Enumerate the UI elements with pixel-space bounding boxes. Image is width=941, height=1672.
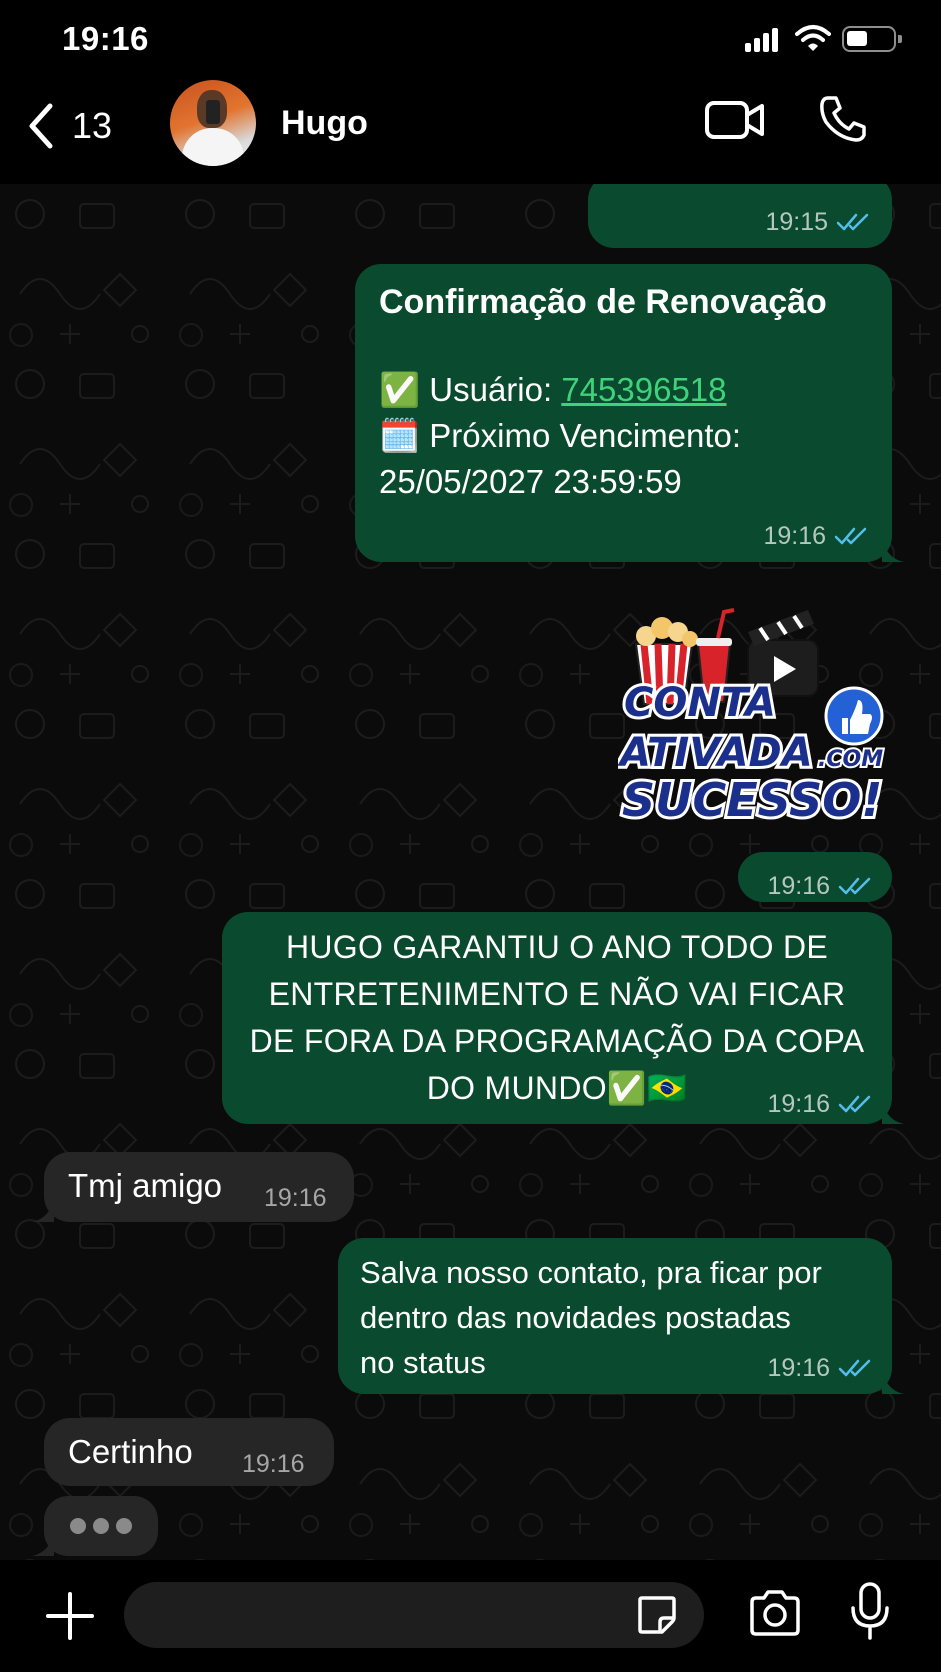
battery-icon — [842, 26, 902, 52]
battery-level — [847, 31, 867, 46]
message-time: 19:15 — [765, 198, 870, 246]
sticker-line-3: SUCESSO! — [622, 773, 882, 824]
chat-area[interactable]: 19:15 Confirmação de Renovação ✅ Usuário… — [0, 184, 941, 1560]
user-line: ✅ Usuário: 745396518 — [379, 366, 727, 414]
cellular-signal-icon — [745, 28, 781, 52]
wifi-icon — [795, 25, 831, 51]
read-receipt-icon — [834, 527, 867, 545]
message-time: 19:16 — [767, 862, 872, 910]
message-text: Tmj amigo — [68, 1167, 223, 1204]
message-outgoing-renewal[interactable]: Confirmação de Renovação ✅ Usuário: 7453… — [355, 264, 904, 562]
calendar-emoji-icon: 🗓️ — [379, 417, 421, 454]
message-time: 19:16 — [767, 1080, 872, 1128]
message-text: Certinho — [68, 1433, 193, 1470]
message-outgoing[interactable]: HUGO GARANTIU O ANO TODO DE ENTRETENIMEN… — [222, 912, 904, 1124]
message-title: Confirmação de Renovação — [379, 283, 827, 321]
message-input[interactable] — [124, 1582, 704, 1648]
user-number-link[interactable]: 745396518 — [561, 371, 726, 408]
message-time: 19:16 — [242, 1450, 305, 1478]
input-bar — [0, 1560, 941, 1672]
status-bar: 19:16 — [0, 0, 941, 80]
due-line: 🗓️ Próximo Vencimento: — [379, 412, 741, 460]
message-time: 19:16 — [264, 1184, 327, 1212]
due-date: 25/05/2027 23:59:59 — [379, 463, 682, 500]
read-receipt-icon — [838, 1095, 871, 1113]
read-receipt-icon — [838, 1359, 871, 1377]
user-label: Usuário: — [429, 371, 562, 408]
contact-avatar[interactable] — [170, 80, 256, 166]
message-time: 19:16 — [763, 512, 868, 560]
read-receipt-icon — [838, 877, 871, 895]
status-time: 19:16 — [62, 20, 149, 57]
sticker-line-2: ATIVADA — [618, 730, 813, 776]
check-emoji-icon: ✅ — [379, 371, 421, 408]
chevron-left-icon — [29, 103, 53, 149]
sticker-timestamp: 19:16 — [738, 852, 892, 902]
message-outgoing[interactable]: Salva nosso contato, pra ficar por dentr… — [338, 1238, 904, 1394]
sticker-suffix: .COM — [818, 747, 883, 772]
sticker-line-1: CONTA — [624, 680, 776, 726]
camera-icon[interactable] — [748, 1590, 802, 1636]
typing-indicator — [32, 1496, 158, 1556]
message-text: Salva nosso contato, pra ficar por dentr… — [360, 1255, 822, 1380]
message-time: 19:16 — [767, 1344, 872, 1392]
video-call-icon[interactable] — [704, 98, 766, 142]
message-outgoing[interactable]: 19:15 — [588, 184, 892, 248]
contact-name[interactable]: Hugo — [281, 104, 368, 143]
back-button[interactable]: 13 — [26, 102, 112, 150]
sticker-icon[interactable] — [636, 1594, 678, 1636]
microphone-icon[interactable] — [850, 1582, 890, 1642]
conta-ativada-sticker[interactable]: CONTA ATIVADA .COM SUCESSO! — [618, 584, 890, 824]
phone-call-icon[interactable] — [818, 94, 868, 144]
due-label: Próximo Vencimento: — [429, 417, 742, 454]
read-receipt-icon — [836, 213, 869, 231]
plus-icon[interactable] — [46, 1592, 94, 1640]
unread-count: 13 — [72, 105, 113, 146]
chat-header: 13 Hugo — [0, 80, 941, 184]
message-incoming[interactable]: Tmj amigo 19:16 — [32, 1152, 354, 1222]
message-incoming[interactable]: Certinho 19:16 — [44, 1418, 334, 1486]
